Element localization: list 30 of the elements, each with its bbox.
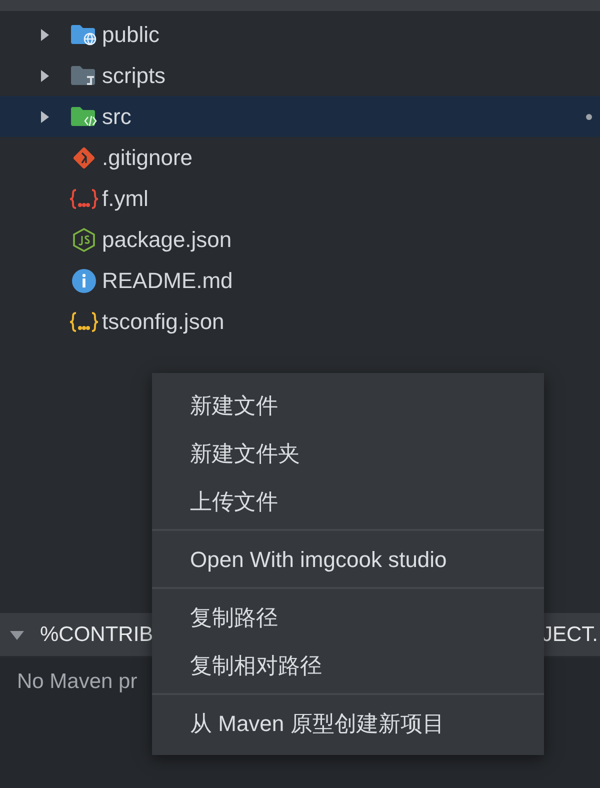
- braces-icon: [69, 310, 99, 332]
- file-name: public: [102, 21, 160, 49]
- file-name: src: [102, 103, 132, 131]
- folder-icon: [70, 106, 98, 128]
- file-name: README.md: [102, 267, 233, 295]
- menu-item[interactable]: Open With imgcook studio: [152, 535, 544, 583]
- panel-title: JECT.: [542, 622, 598, 648]
- expand-arrow-icon[interactable]: [40, 28, 50, 42]
- menu-item[interactable]: 复制相对路径: [152, 641, 544, 689]
- menu-item[interactable]: 新建文件夹: [152, 429, 544, 477]
- collapse-arrow-icon[interactable]: [8, 628, 26, 640]
- file-name: scripts: [102, 62, 166, 90]
- tree-item[interactable]: src: [0, 96, 600, 137]
- folder-icon: [70, 64, 98, 86]
- file-name: .gitignore: [102, 144, 193, 172]
- expand-arrow-icon[interactable]: [40, 68, 50, 82]
- file-name: package.json: [102, 226, 232, 254]
- folder-icon: [70, 24, 98, 46]
- file-name: f.yml: [102, 185, 148, 213]
- menu-item[interactable]: 上传文件: [152, 477, 544, 525]
- info-icon: [71, 268, 97, 294]
- file-name: tsconfig.json: [102, 308, 224, 336]
- braces-icon: [69, 188, 99, 210]
- menu-item[interactable]: 新建文件: [152, 381, 544, 429]
- expand-arrow-icon[interactable]: [40, 110, 50, 124]
- panel-message: No Maven pr: [17, 670, 138, 693]
- panel-title: %CONTRIB: [40, 622, 154, 648]
- menu-item[interactable]: 从 Maven 原型创建新项目: [152, 699, 544, 747]
- hexagon-icon: [71, 226, 97, 252]
- menu-item[interactable]: 复制路径: [152, 593, 544, 641]
